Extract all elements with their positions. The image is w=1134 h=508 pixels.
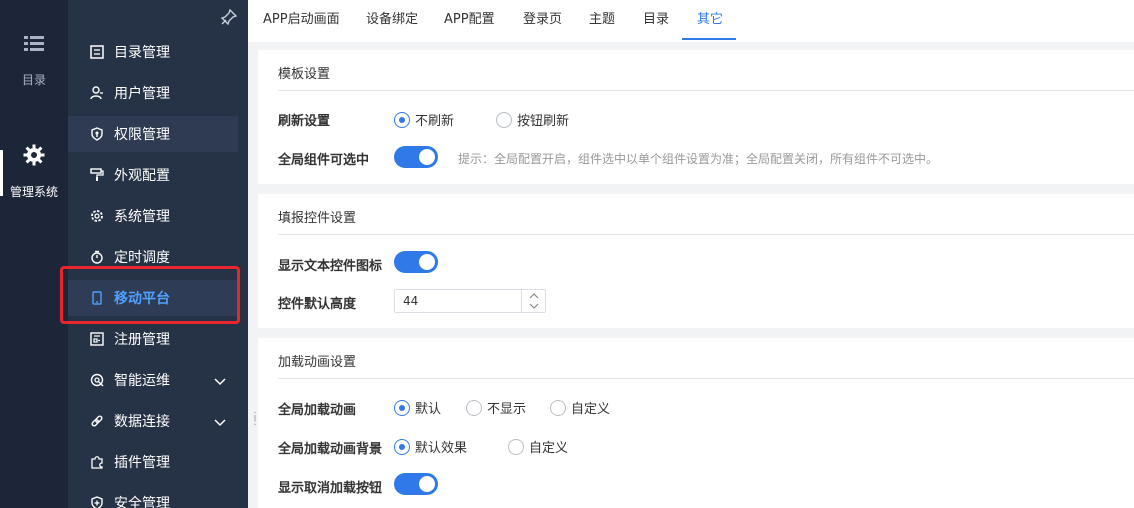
default-height-stepper[interactable]: 44	[394, 289, 546, 313]
sidebar-item-users[interactable]: 用户管理	[68, 75, 238, 111]
tab-login-page[interactable]: 登录页	[523, 0, 562, 40]
radio-unchecked-icon	[508, 438, 524, 455]
user-icon	[90, 86, 104, 100]
radio-checked-icon	[394, 111, 410, 128]
show-icon-toggle[interactable]	[394, 251, 438, 273]
radio-bg-default[interactable]: 默认效果	[394, 437, 467, 456]
loading-animation-card: 加载动画设置 全局加载动画 默认 不显示 自定义 全局加载动画背景 默认效果 自…	[258, 338, 1134, 508]
radio-checked-icon	[394, 438, 410, 455]
sidebar-item-label: 安全管理	[114, 496, 170, 508]
link-icon	[90, 414, 104, 428]
paint-roller-icon	[90, 168, 104, 182]
template-settings-card: 模板设置 刷新设置 不刷新 按钮刷新 全局组件可选中 提示：全局配置开启，组件选…	[258, 50, 1134, 184]
divider	[278, 234, 1134, 235]
sidebar-item-label: 注册管理	[114, 332, 170, 348]
sidebar-item-register[interactable]: 注册管理	[68, 321, 238, 357]
card-title: 填报控件设置	[278, 211, 357, 226]
radio-unchecked-icon	[496, 111, 512, 128]
tab-bar: APP启动画面 设备绑定 APP配置 登录页 主题 目录 其它	[248, 0, 1134, 42]
app-rail: 目录 管理系统	[0, 0, 68, 508]
refresh-setting-label: 刷新设置	[278, 114, 331, 129]
list-icon	[24, 36, 44, 51]
gear-icon	[23, 144, 45, 166]
pin-icon[interactable]	[220, 8, 238, 29]
gear-icon	[90, 209, 104, 223]
register-icon	[90, 332, 104, 346]
radio-anim-hidden[interactable]: 不显示	[466, 398, 526, 417]
permission-icon	[90, 127, 104, 141]
sidebar-item-smart-ops[interactable]: 智能运维	[68, 362, 238, 398]
sidebar-item-plugins[interactable]: 插件管理	[68, 444, 238, 480]
sidebar-item-label: 目录管理	[114, 45, 170, 61]
rail-menu-button[interactable]: 目录	[0, 36, 68, 88]
stepper-arrows-icon[interactable]	[521, 290, 545, 312]
rail-menu-label: 目录	[21, 73, 46, 87]
plugin-icon	[90, 455, 104, 469]
chevron-down-icon[interactable]	[214, 415, 226, 431]
default-height-label: 控件默认高度	[278, 297, 357, 312]
sidebar-item-system[interactable]: 系统管理	[68, 198, 238, 234]
ops-icon	[90, 373, 104, 387]
global-select-toggle[interactable]	[394, 146, 438, 168]
global-select-hint: 提示：全局配置开启，组件选中以单个组件设置为准；全局配置关闭，所有组件不可选中。	[458, 152, 939, 166]
shield-icon	[90, 496, 104, 508]
anim-bg-label: 全局加载动画背景	[278, 442, 383, 457]
rail-system-button[interactable]: 管理系统	[0, 144, 68, 220]
tab-theme[interactable]: 主题	[589, 0, 615, 40]
sidebar-item-appearance[interactable]: 外观配置	[68, 157, 238, 193]
show-cancel-toggle[interactable]	[394, 473, 438, 495]
tab-app-splash[interactable]: APP启动画面	[263, 0, 340, 40]
radio-anim-default[interactable]: 默认	[394, 398, 441, 417]
card-title: 加载动画设置	[278, 355, 357, 370]
show-icon-label: 显示文本控件图标	[278, 259, 383, 274]
rail-system-label: 管理系统	[9, 185, 58, 199]
sidebar-item-security[interactable]: 安全管理	[68, 485, 238, 508]
chevron-down-icon[interactable]	[214, 374, 226, 390]
divider	[278, 378, 1134, 379]
sidebar-item-label: 权限管理	[114, 127, 170, 143]
sidebar-item-label: 数据连接	[114, 414, 170, 430]
sidebar: 目录管理 用户管理 权限管理 外观配置 系统管理 定时调度 移动平台 注册管理 …	[68, 0, 248, 508]
radio-button-refresh[interactable]: 按钮刷新	[496, 110, 569, 129]
radio-anim-custom[interactable]: 自定义	[550, 398, 610, 417]
sidebar-item-label: 用户管理	[114, 86, 170, 102]
card-title: 模板设置	[278, 67, 331, 82]
catalog-icon	[90, 45, 104, 59]
sidebar-item-label: 外观配置	[114, 168, 170, 184]
radio-no-refresh[interactable]: 不刷新	[394, 110, 454, 129]
sidebar-item-catalog[interactable]: 目录管理	[68, 34, 238, 70]
tab-catalog[interactable]: 目录	[643, 0, 669, 40]
default-height-value: 44	[403, 294, 419, 308]
stopwatch-icon	[90, 250, 104, 264]
radio-checked-icon	[394, 399, 410, 416]
radio-bg-custom[interactable]: 自定义	[508, 437, 568, 456]
divider	[278, 90, 1134, 91]
sidebar-item-label: 智能运维	[114, 373, 170, 389]
active-tab-indicator	[682, 38, 736, 40]
show-cancel-label: 显示取消加载按钮	[278, 481, 383, 496]
sidebar-item-label: 定时调度	[114, 250, 170, 266]
tab-app-config[interactable]: APP配置	[444, 0, 495, 40]
annotation-highlight-box	[60, 266, 240, 324]
sidebar-item-label: 插件管理	[114, 455, 170, 471]
tab-device-binding[interactable]: 设备绑定	[366, 0, 418, 40]
radio-unchecked-icon	[550, 399, 566, 416]
global-select-label: 全局组件可选中	[278, 153, 370, 168]
radio-unchecked-icon	[466, 399, 482, 416]
sidebar-item-permissions[interactable]: 权限管理	[68, 116, 238, 152]
sidebar-item-data-connection[interactable]: 数据连接	[68, 403, 238, 439]
global-anim-label: 全局加载动画	[278, 403, 357, 418]
sidebar-item-label: 系统管理	[114, 209, 170, 225]
tab-other[interactable]: 其它	[697, 0, 723, 40]
fill-control-settings-card: 填报控件设置 显示文本控件图标 控件默认高度 44	[258, 194, 1134, 328]
